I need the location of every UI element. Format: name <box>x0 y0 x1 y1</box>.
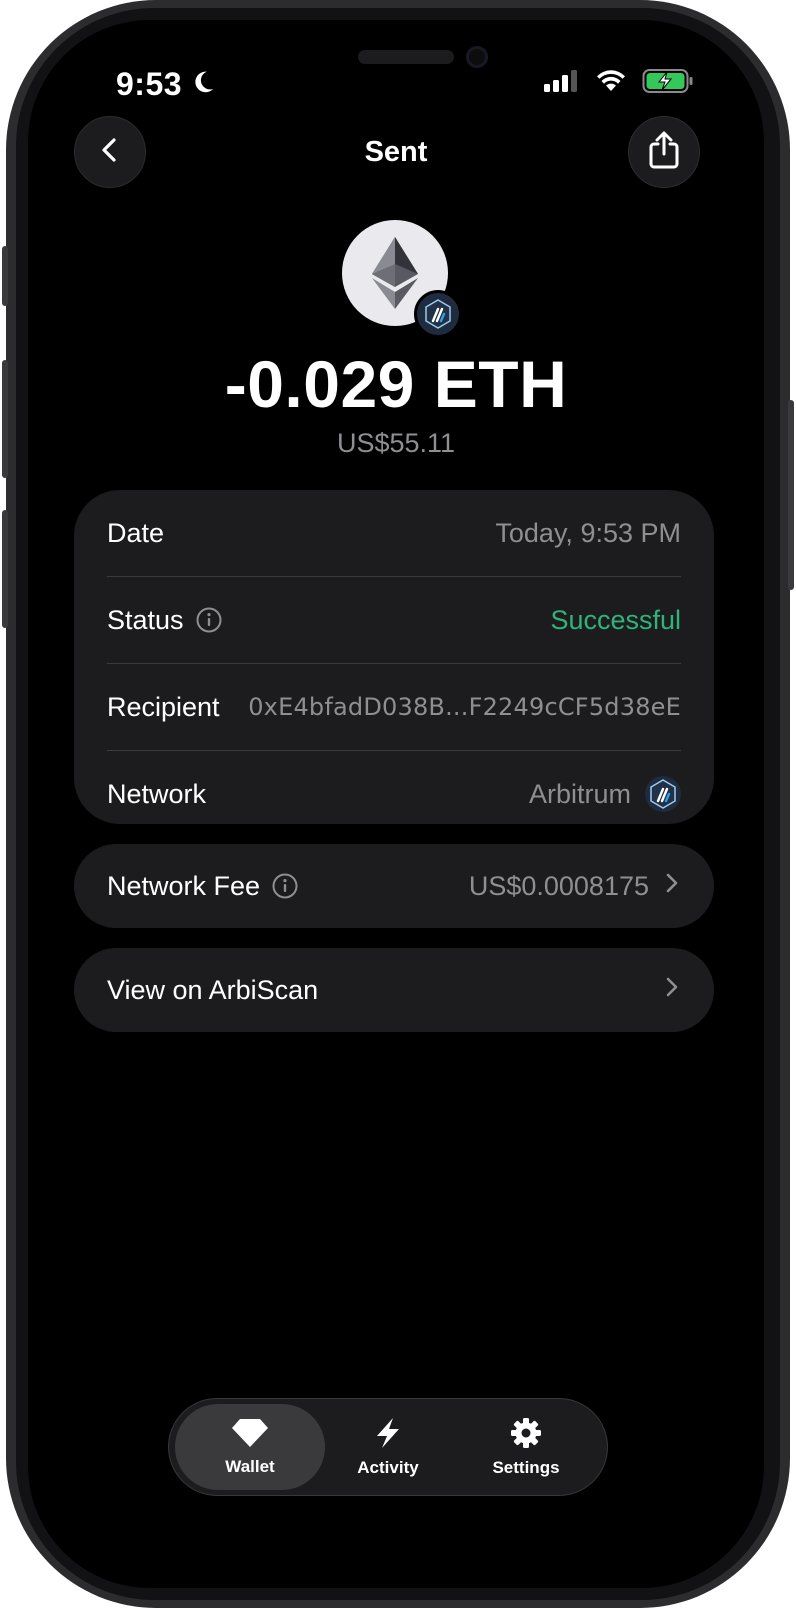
screen: 9:53 Sent -0.029 ETH US$55.11 Date Today… <box>28 20 764 1588</box>
chevron-right-icon <box>663 871 681 902</box>
network-label: Network <box>107 778 207 809</box>
tab-activity-label: Activity <box>357 1457 419 1477</box>
status-value: Successful <box>550 604 681 635</box>
share-icon <box>646 130 682 175</box>
action-button <box>2 246 8 306</box>
network-fee-label-group: Network Fee <box>107 871 298 902</box>
tab-wallet[interactable]: Wallet <box>175 1404 325 1490</box>
view-explorer-row[interactable]: View on ArbiScan <box>107 948 681 1032</box>
network-fee-row[interactable]: Network Fee US$0.0008175 <box>107 844 681 928</box>
chevron-right-icon <box>663 975 681 1006</box>
front-camera <box>466 46 488 68</box>
volume-down-button <box>2 510 8 628</box>
info-icon[interactable] <box>196 607 222 633</box>
cellular-signal-icon <box>544 69 580 98</box>
dynamic-island-speaker <box>358 50 454 64</box>
date-row: Date Today, 9:53 PM <box>107 490 681 576</box>
battery-charging-icon <box>642 68 694 99</box>
gear-icon <box>510 1417 542 1454</box>
status-time: 9:53 <box>116 66 216 103</box>
status-label: Status <box>107 604 184 635</box>
date-value: Today, 9:53 PM <box>495 517 681 548</box>
wifi-icon <box>594 69 628 98</box>
tab-wallet-label: Wallet <box>225 1456 275 1476</box>
recipient-label: Recipient <box>107 691 220 722</box>
tab-activity[interactable]: Activity <box>313 1404 463 1490</box>
info-icon[interactable] <box>272 873 298 899</box>
network-fee-value-group: US$0.0008175 <box>469 871 681 902</box>
moon-icon <box>190 66 216 103</box>
status-row: Status Successful <box>107 576 681 663</box>
date-label: Date <box>107 517 165 548</box>
phone-frame: 9:53 Sent -0.029 ETH US$55.11 Date Today… <box>2 0 794 1608</box>
transaction-amount: -0.029 ETH <box>224 347 568 421</box>
power-button <box>788 400 794 590</box>
network-row: Network Arbitrum <box>107 750 681 837</box>
arbitrum-badge-icon <box>414 290 462 338</box>
network-value-group: Arbitrum <box>529 776 681 812</box>
transaction-details-card: Date Today, 9:53 PM Status Successful Re… <box>74 490 714 824</box>
tab-bar: Wallet Activity Settings <box>168 1398 608 1496</box>
status-label-group: Status <box>107 605 222 636</box>
share-button[interactable] <box>628 116 700 188</box>
view-explorer-chevron <box>663 975 681 1006</box>
volume-up-button <box>2 360 8 478</box>
network-fee-card[interactable]: Network Fee US$0.0008175 <box>74 844 714 928</box>
network-fee-value: US$0.0008175 <box>468 870 649 901</box>
network-fee-label: Network Fee <box>107 870 261 901</box>
recipient-row[interactable]: Recipient 0xE4bfadD038B...F2249cCF5d38eE <box>107 663 681 750</box>
arbitrum-network-icon <box>645 776 681 812</box>
transaction-fiat-value: US$55.11 <box>336 428 456 458</box>
gem-icon <box>231 1418 269 1453</box>
tab-settings-label: Settings <box>492 1457 560 1477</box>
view-explorer-card[interactable]: View on ArbiScan <box>74 948 714 1032</box>
status-time-text: 9:53 <box>116 66 183 102</box>
tab-settings[interactable]: Settings <box>451 1404 601 1490</box>
network-value: Arbitrum <box>528 778 631 809</box>
status-icons <box>544 68 694 99</box>
view-explorer-label: View on ArbiScan <box>107 974 319 1005</box>
bolt-icon <box>373 1417 403 1454</box>
recipient-address[interactable]: 0xE4bfadD038B...F2249cCF5d38eE <box>248 693 681 721</box>
